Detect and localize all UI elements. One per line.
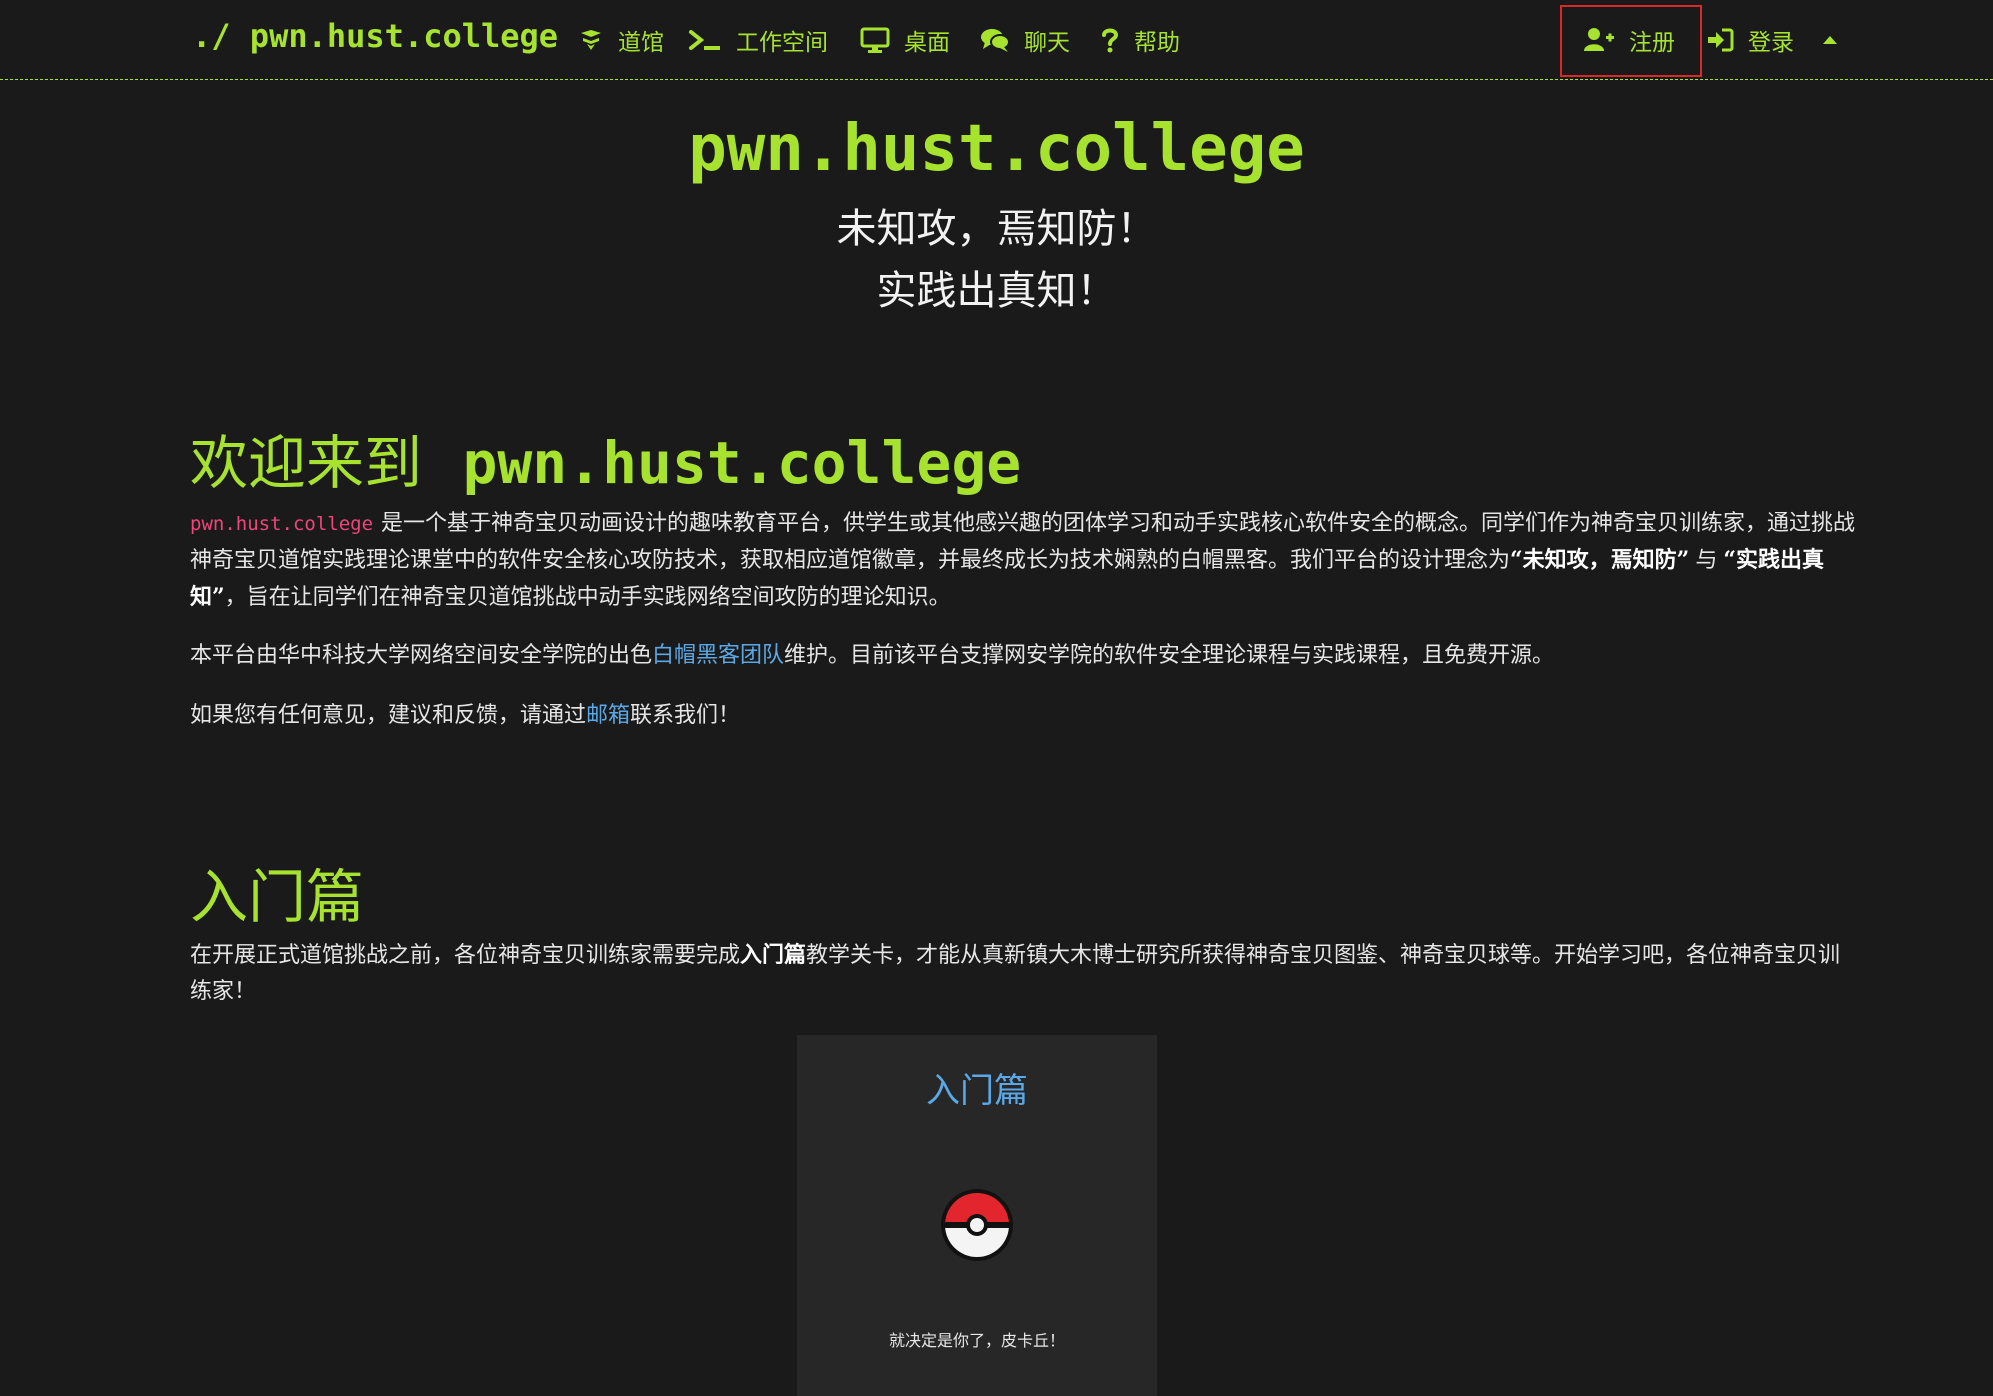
chat-icon bbox=[980, 27, 1010, 53]
card-caption: 就决定是你了，皮卡丘！ bbox=[888, 1331, 1065, 1350]
sign-in-icon bbox=[1706, 27, 1734, 53]
welcome-p2-text-b: 维护。目前该平台支撑网安学院的软件安全理论课程与实践课程，且免费开源。 bbox=[784, 643, 1555, 668]
welcome-p3-text-a: 如果您有任何意见，建议和反馈，请通过 bbox=[190, 703, 587, 728]
pokeball-icon bbox=[939, 1187, 1015, 1267]
welcome-paragraph-3: 如果您有任何意见，建议和反馈，请通过邮箱联系我们！ bbox=[190, 698, 1860, 734]
register-highlight bbox=[1560, 5, 1702, 77]
hero-slogan-2: 实践出真知！ bbox=[876, 268, 1117, 314]
site-code: pwn.hust.college bbox=[190, 513, 374, 535]
nav-label-help: 帮助 bbox=[1134, 30, 1180, 56]
welcome-paragraph-1: pwn.hust.college 是一个基于神奇宝贝动画设计的趣味教育平台，供学生… bbox=[190, 506, 1860, 616]
motto-1: “未知攻，焉知防” bbox=[1510, 547, 1690, 573]
welcome-heading: 欢迎来到 pwn.hust.college bbox=[190, 416, 1021, 500]
login-button[interactable]: 登录 bbox=[1706, 22, 1794, 58]
nav-label-chat: 聊天 bbox=[1024, 30, 1070, 56]
nav-item-chat[interactable]: 聊天 bbox=[980, 22, 1070, 58]
nav-item-desktop[interactable]: 桌面 bbox=[860, 22, 950, 58]
intro-p-text-a: 在开展正式道馆挑战之前，各位神奇宝贝训练家需要完成 bbox=[190, 943, 741, 968]
brand-link[interactable]: ./ pwn.hust.college bbox=[192, 17, 558, 55]
help-icon bbox=[1100, 26, 1120, 54]
terminal-icon bbox=[688, 27, 722, 53]
hero-title: pwn.hust.college bbox=[688, 112, 1305, 186]
nav-label-dojos: 道馆 bbox=[618, 30, 664, 56]
navbar-toggle[interactable] bbox=[1822, 22, 1838, 58]
nav-item-help[interactable]: 帮助 bbox=[1100, 22, 1180, 58]
nav-label-desktop: 桌面 bbox=[904, 30, 950, 56]
hero-slogan-1: 未知攻，焉知防！ bbox=[836, 206, 1157, 252]
card-title[interactable]: 入门篇 bbox=[797, 1063, 1157, 1112]
welcome-heading-prefix: 欢迎来到 bbox=[190, 429, 423, 497]
team-link[interactable]: 白帽黑客团队 bbox=[652, 643, 784, 668]
welcome-p2-text-a: 本平台由华中科技大学网络空间安全学院的出色 bbox=[190, 643, 653, 668]
dojo-icon bbox=[578, 27, 604, 53]
welcome-p1-text-b: 与 bbox=[1695, 548, 1718, 573]
welcome-heading-site: pwn.hust.college bbox=[462, 429, 1022, 497]
intro-card[interactable]: 入门篇 就决定是你了，皮卡丘！ bbox=[797, 1035, 1157, 1396]
welcome-p3-text-b: 联系我们！ bbox=[630, 703, 741, 728]
login-label: 登录 bbox=[1748, 30, 1794, 56]
intro-bold: 入门篇 bbox=[740, 942, 807, 968]
desktop-icon bbox=[860, 26, 890, 54]
nav-item-dojos[interactable]: 道馆 bbox=[578, 22, 664, 58]
caret-up-icon bbox=[1822, 34, 1838, 46]
welcome-paragraph-2: 本平台由华中科技大学网络空间安全学院的出色白帽黑客团队维护。目前该平台支撑网安学… bbox=[190, 638, 1860, 674]
nav-label-workspace: 工作空间 bbox=[736, 30, 828, 56]
intro-heading: 入门篇 bbox=[190, 863, 365, 931]
email-link[interactable]: 邮箱 bbox=[586, 703, 630, 728]
top-navbar: ./ pwn.hust.college 道馆 工作空间 桌面 聊天 帮助 注册 … bbox=[0, 0, 1993, 80]
nav-item-workspace[interactable]: 工作空间 bbox=[688, 22, 828, 58]
welcome-p1-text-c: ，旨在让同学们在神奇宝贝道馆挑战中动手实践网络空间攻防的理论知识。 bbox=[224, 585, 951, 610]
intro-paragraph: 在开展正式道馆挑战之前，各位神奇宝贝训练家需要完成入门篇教学关卡，才能从真新镇大… bbox=[190, 937, 1860, 1010]
